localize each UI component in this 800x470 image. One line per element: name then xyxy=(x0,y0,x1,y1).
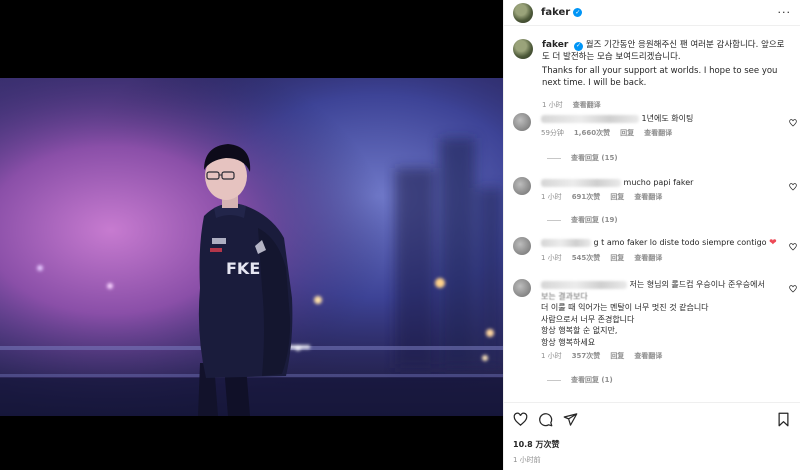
share-send-icon[interactable] xyxy=(563,412,578,427)
like-count[interactable]: 10.8 万次赞 xyxy=(513,439,791,450)
red-heart-emoji-icon: ❤ xyxy=(769,238,777,248)
comment-text: g t amo faker lo diste todo siempre cont… xyxy=(593,238,767,247)
jersey-text: FKE xyxy=(226,259,260,278)
like-comment-heart-icon[interactable] xyxy=(789,183,797,191)
comment-bubble-icon[interactable] xyxy=(538,412,553,427)
comment-time: 1 小时 xyxy=(541,192,562,201)
comment-line-3: 더 이룰 때 익어가는 멘탈이 너무 멋진 것 같습니다 xyxy=(541,303,709,312)
commenter-avatar[interactable] xyxy=(513,113,531,131)
header-username[interactable]: faker xyxy=(541,7,570,18)
caption-meta: 1 小时 查看翻译 xyxy=(542,99,791,111)
comment-line-2: 보는 결과보다 xyxy=(541,291,588,301)
reply-button[interactable]: 回复 xyxy=(610,253,624,265)
comment-body: 저는 형님의 롤드컵 우승이나 준우승에서 보는 결과보다 더 이룰 때 익어가… xyxy=(541,279,786,363)
view-replies-button[interactable]: 查看回复 (15) xyxy=(547,153,618,163)
comment-meta: 1 小时 545次赞 回复 查看翻译 xyxy=(541,253,786,265)
view-replies-button[interactable]: 查看回复 (19) xyxy=(547,215,618,225)
caption-username[interactable]: faker xyxy=(542,40,568,50)
blurred-username xyxy=(541,280,627,289)
view-replies-label[interactable]: 查看回复 (19) xyxy=(571,215,618,225)
reply-button[interactable]: 回复 xyxy=(610,351,624,363)
action-icons xyxy=(513,409,791,429)
comment-item: mucho papi faker 1 小时 691次赞 回复 查看翻译 xyxy=(513,177,800,203)
view-replies-label[interactable]: 查看回复 (15) xyxy=(571,153,618,163)
comment-meta: 1 小时 691次赞 回复 查看翻译 xyxy=(541,192,786,204)
post-actions: 10.8 万次赞 1 小时前 xyxy=(504,402,800,470)
instagram-post-viewer: FKE faker ✓ ··· faker ✓ 월즈 기간동안 응원해주신 팬 … xyxy=(0,0,800,470)
caption-avatar[interactable] xyxy=(513,39,533,59)
comment-time: 1 小时 xyxy=(541,253,562,262)
comment-line-6: 항상 행복하세요 xyxy=(541,337,596,347)
comment-text: mucho papi faker xyxy=(623,178,694,187)
comment-likes[interactable]: 545次赞 xyxy=(572,253,601,265)
commenter-avatar[interactable] xyxy=(513,177,531,195)
caption-time: 1 小时 xyxy=(542,101,563,109)
caption-text-en: Thanks for all your support at worlds. I… xyxy=(542,66,778,88)
verified-badge-icon: ✓ xyxy=(573,8,583,17)
like-heart-icon[interactable] xyxy=(513,412,528,427)
caption: faker ✓ 월즈 기간동안 응원해주신 팬 여러분 감사합니다. 앞으로도 … xyxy=(504,27,800,111)
comment-line-1: 저는 형님의 롤드컵 우승이나 준우승에서 xyxy=(629,280,765,289)
like-comment-heart-icon[interactable] xyxy=(789,119,797,127)
post-detail-panel: faker ✓ ··· faker ✓ 월즈 기간동안 응원해주신 팬 여러분 … xyxy=(503,0,800,470)
comment-line-5: 항상 행복할 순 없지만, xyxy=(541,326,618,335)
translate-button[interactable]: 查看翻译 xyxy=(634,192,662,204)
avatar[interactable] xyxy=(513,2,533,23)
commenter-avatar[interactable] xyxy=(513,237,531,255)
comment-time: 59分钟 xyxy=(541,128,564,137)
media-panel: FKE xyxy=(0,0,503,470)
translate-button[interactable]: 查看翻译 xyxy=(573,99,601,111)
caption-body: faker ✓ 월즈 기간동안 응원해주신 팬 여러분 감사합니다. 앞으로도 … xyxy=(542,39,791,111)
view-replies-button[interactable]: 查看回复 (1) xyxy=(547,375,613,385)
comment-item: 저는 형님의 롤드컵 우승이나 준우승에서 보는 결과보다 더 이룰 때 익어가… xyxy=(513,279,800,363)
comment-time: 1 小时 xyxy=(541,352,562,360)
blurred-username xyxy=(541,114,639,123)
commenter-avatar[interactable] xyxy=(513,279,531,297)
comment-likes[interactable]: 1,660次赞 xyxy=(574,128,610,140)
replies-divider xyxy=(547,157,561,159)
blurred-username xyxy=(541,178,621,187)
comment-line-4: 사람으로서 너무 존경합니다 xyxy=(541,314,635,324)
view-replies-label[interactable]: 查看回复 (1) xyxy=(571,375,613,385)
photo-illustration: FKE xyxy=(0,78,503,416)
comment-item: 1년에도 화이팅 59分钟 1,660次赞 回复 查看翻译 xyxy=(513,113,800,139)
comment-body: 1년에도 화이팅 59分钟 1,660次赞 回复 查看翻译 xyxy=(541,113,786,139)
translate-button[interactable]: 查看翻译 xyxy=(634,253,662,265)
like-comment-heart-icon[interactable] xyxy=(789,285,797,293)
translate-button[interactable]: 查看翻译 xyxy=(634,351,662,363)
save-bookmark-icon[interactable] xyxy=(776,412,791,427)
like-comment-heart-icon[interactable] xyxy=(789,243,797,251)
comment-body: mucho papi faker 1 小时 691次赞 回复 查看翻译 xyxy=(541,177,786,203)
comment-meta: 59分钟 1,660次赞 回复 查看翻译 xyxy=(541,128,786,140)
translate-button[interactable]: 查看翻译 xyxy=(644,128,672,140)
verified-badge-icon: ✓ xyxy=(573,41,583,51)
replies-divider xyxy=(547,379,561,381)
reply-button[interactable]: 回复 xyxy=(610,192,624,204)
comment-item: g t amo faker lo diste todo siempre cont… xyxy=(513,237,800,264)
blurred-username xyxy=(541,238,591,247)
post-time: 1 小时前 xyxy=(513,456,541,464)
replies-divider xyxy=(547,219,561,221)
comments-scroll-area[interactable]: faker ✓ 월즈 기간동안 응원해주신 팬 여러분 감사합니다. 앞으로도 … xyxy=(504,27,800,402)
comment-likes[interactable]: 357次赞 xyxy=(572,351,601,363)
post-header: faker ✓ ··· xyxy=(504,0,800,26)
reply-button[interactable]: 回复 xyxy=(620,128,634,140)
comment-text: 1년에도 화이팅 xyxy=(641,114,694,123)
comment-likes[interactable]: 691次赞 xyxy=(572,192,601,204)
post-photo: FKE xyxy=(0,78,503,416)
comment-meta: 1 小时 357次赞 回复 查看翻译 xyxy=(541,351,786,363)
comment-body: g t amo faker lo diste todo siempre cont… xyxy=(541,237,786,264)
more-options-icon[interactable]: ··· xyxy=(778,6,792,19)
